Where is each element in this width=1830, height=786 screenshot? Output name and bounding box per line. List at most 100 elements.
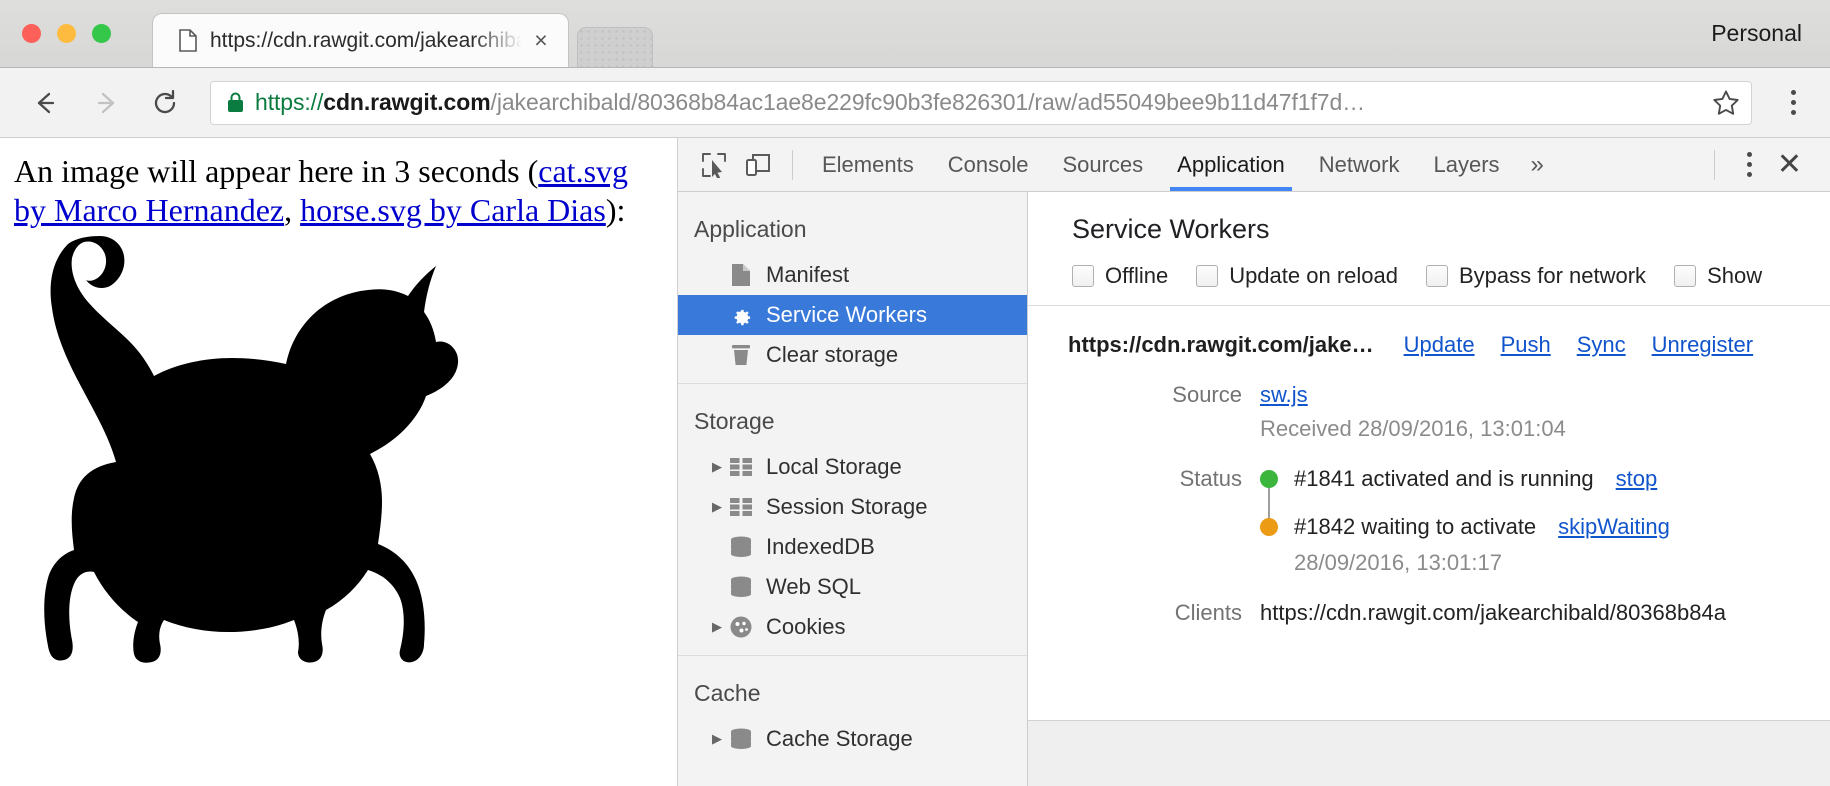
page-comma: ,	[284, 192, 301, 229]
database-icon	[728, 726, 754, 752]
page-title: Service Workers	[1072, 214, 1270, 244]
status-entry-running: #1841 activated and is running stop	[1260, 466, 1830, 530]
sidebar-item-label: Manifest	[766, 262, 850, 287]
service-worker-options: Offline Update on reload Bypass for netw…	[1072, 263, 1830, 305]
close-window-button[interactable]	[22, 24, 41, 43]
arrow-right-icon	[82, 80, 128, 126]
sidebar-item-indexeddb[interactable]: ▶ IndexedDB	[678, 527, 1027, 567]
clients-value-wrap: https://cdn.rawgit.com/jakearchibald/803…	[1260, 600, 1830, 626]
tab-close-button[interactable]: ×	[528, 28, 554, 54]
inspect-element-icon[interactable]	[692, 143, 736, 187]
source-file-link[interactable]: sw.js	[1260, 382, 1308, 407]
tab-strip: https://cdn.rawgit.com/jakearchibald/803…	[152, 13, 653, 67]
status-waiting-time: 28/09/2016, 13:01:17	[1294, 550, 1502, 575]
checkbox[interactable]	[1425, 265, 1448, 287]
sidebar-divider	[678, 383, 1027, 384]
address-bar[interactable]: https://cdn.rawgit.com/jakearchibald/803…	[210, 80, 1752, 125]
maximize-window-button[interactable]	[92, 24, 111, 43]
devtools-tab-list: Elements Console Sources Application Net…	[805, 138, 1558, 191]
url-host: cdn.rawgit.com	[323, 89, 491, 115]
browser-toolbar: https://cdn.rawgit.com/jakearchibald/803…	[0, 68, 1830, 138]
bypass-for-network-checkbox-row[interactable]: Bypass for network	[1425, 263, 1647, 289]
update-link[interactable]: Update	[1404, 332, 1475, 358]
reload-icon[interactable]	[142, 80, 188, 126]
sidebar-item-label: Cache Storage	[766, 726, 913, 751]
show-all-checkbox-row[interactable]: Show	[1674, 263, 1762, 289]
chevron-right-icon[interactable]: ▶	[706, 499, 728, 515]
checkbox[interactable]	[1674, 265, 1697, 287]
window-controls	[22, 24, 111, 43]
status-entry-waiting: #1842 waiting to activate skipWaiting	[1260, 514, 1830, 540]
service-workers-panel: Service Workers Offline Update on reload	[1028, 192, 1830, 786]
sidebar-divider	[678, 655, 1027, 656]
sidebar-item-web-sql[interactable]: ▶ Web SQL	[678, 567, 1027, 607]
sidebar-item-cache-storage[interactable]: ▶ Cache Storage	[678, 719, 1027, 759]
document-icon	[179, 29, 197, 52]
sync-link[interactable]: Sync	[1577, 332, 1626, 358]
source-value: sw.js Received 28/09/2016, 13:01:04	[1260, 382, 1830, 442]
sidebar-item-manifest[interactable]: ▶ Manifest	[678, 255, 1027, 295]
status-value: #1841 activated and is running stop #184…	[1260, 466, 1830, 576]
status-dot-running	[1260, 470, 1278, 488]
tab-network[interactable]: Network	[1302, 138, 1417, 191]
trash-icon	[728, 342, 754, 368]
sidebar-item-session-storage[interactable]: ▶ Session Storage	[678, 487, 1027, 527]
status-text: #1842 waiting to activate	[1294, 514, 1537, 539]
star-icon[interactable]	[1711, 88, 1741, 118]
devtools-sidebar: Application ▶ Manifest ▶	[678, 192, 1028, 786]
checkbox[interactable]	[1072, 265, 1094, 287]
push-link[interactable]: Push	[1501, 332, 1551, 358]
sidebar-item-label: Session Storage	[766, 494, 928, 519]
update-on-reload-checkbox-row[interactable]: Update on reload	[1196, 263, 1398, 289]
table-icon	[728, 494, 754, 520]
profile-label[interactable]: Personal	[1711, 20, 1802, 47]
url-text[interactable]: https://cdn.rawgit.com/jakearchibald/803…	[255, 89, 1701, 116]
skip-waiting-link[interactable]: skipWaiting	[1558, 514, 1670, 540]
device-toolbar-icon[interactable]	[736, 143, 780, 187]
devtools-panel: Elements Console Sources Application Net…	[678, 138, 1830, 786]
clients-row: Clients https://cdn.rawgit.com/jakearchi…	[1028, 600, 1830, 626]
url-scheme: https	[255, 89, 305, 115]
tab-application[interactable]: Application	[1160, 138, 1302, 191]
sidebar-item-cookies[interactable]: ▶ Cookies	[678, 607, 1027, 647]
stop-link[interactable]: stop	[1616, 466, 1658, 492]
sidebar-group-storage: Storage	[694, 408, 775, 434]
chevron-right-icon[interactable]: ▶	[706, 459, 728, 475]
gear-icon	[728, 302, 754, 328]
devtools-kebab-menu-icon[interactable]	[1735, 152, 1765, 177]
unregister-link[interactable]: Unregister	[1652, 332, 1753, 358]
lock-icon	[227, 92, 244, 113]
kebab-menu-icon[interactable]	[1778, 90, 1808, 115]
service-workers-header: Service Workers Offline Update on reload	[1028, 192, 1830, 305]
toolbar-divider-right	[1713, 149, 1715, 180]
minimize-window-button[interactable]	[57, 24, 76, 43]
show-all-label: Show	[1707, 263, 1763, 288]
registration-scope: https://cdn.rawgit.com/jake…	[1068, 332, 1374, 357]
sidebar-item-clear-storage[interactable]: ▶ Clear storage	[678, 335, 1027, 375]
sidebar-item-label: Clear storage	[766, 342, 899, 367]
devtools-toolbar-right: ✕	[1702, 149, 1830, 180]
browser-tab[interactable]: https://cdn.rawgit.com/jakearchibald/803…	[152, 13, 569, 67]
sidebar-item-label: Local Storage	[766, 454, 902, 479]
source-received-time: Received 28/09/2016, 13:01:04	[1260, 416, 1566, 441]
sidebar-item-service-workers[interactable]: ▶ Service Workers	[678, 295, 1027, 335]
arrow-left-icon[interactable]	[22, 80, 68, 126]
chevron-right-icon[interactable]: ▶	[706, 731, 728, 747]
tab-sources[interactable]: Sources	[1045, 138, 1160, 191]
status-row: Status #1841 activated and is running st…	[1028, 466, 1830, 576]
devtools-body: Application ▶ Manifest ▶	[678, 192, 1830, 786]
sidebar-item-local-storage[interactable]: ▶ Local Storage	[678, 447, 1027, 487]
cat-silhouette-svg	[44, 236, 459, 663]
offline-checkbox-row[interactable]: Offline	[1072, 263, 1168, 289]
bypass-for-network-label: Bypass for network	[1458, 263, 1647, 288]
tab-console[interactable]: Console	[931, 138, 1046, 191]
tab-elements[interactable]: Elements	[805, 138, 931, 191]
horse-svg-link[interactable]: horse.svg by Carla Dias	[300, 192, 606, 228]
chevron-right-icon[interactable]: ▶	[706, 619, 728, 635]
sidebar-group-application: Application	[694, 216, 807, 242]
new-tab-area[interactable]	[577, 27, 653, 67]
tab-layers[interactable]: Layers	[1416, 138, 1516, 191]
devtools-close-icon[interactable]: ✕	[1765, 149, 1814, 180]
more-tabs-icon[interactable]: »	[1517, 138, 1558, 191]
checkbox[interactable]	[1196, 265, 1219, 287]
